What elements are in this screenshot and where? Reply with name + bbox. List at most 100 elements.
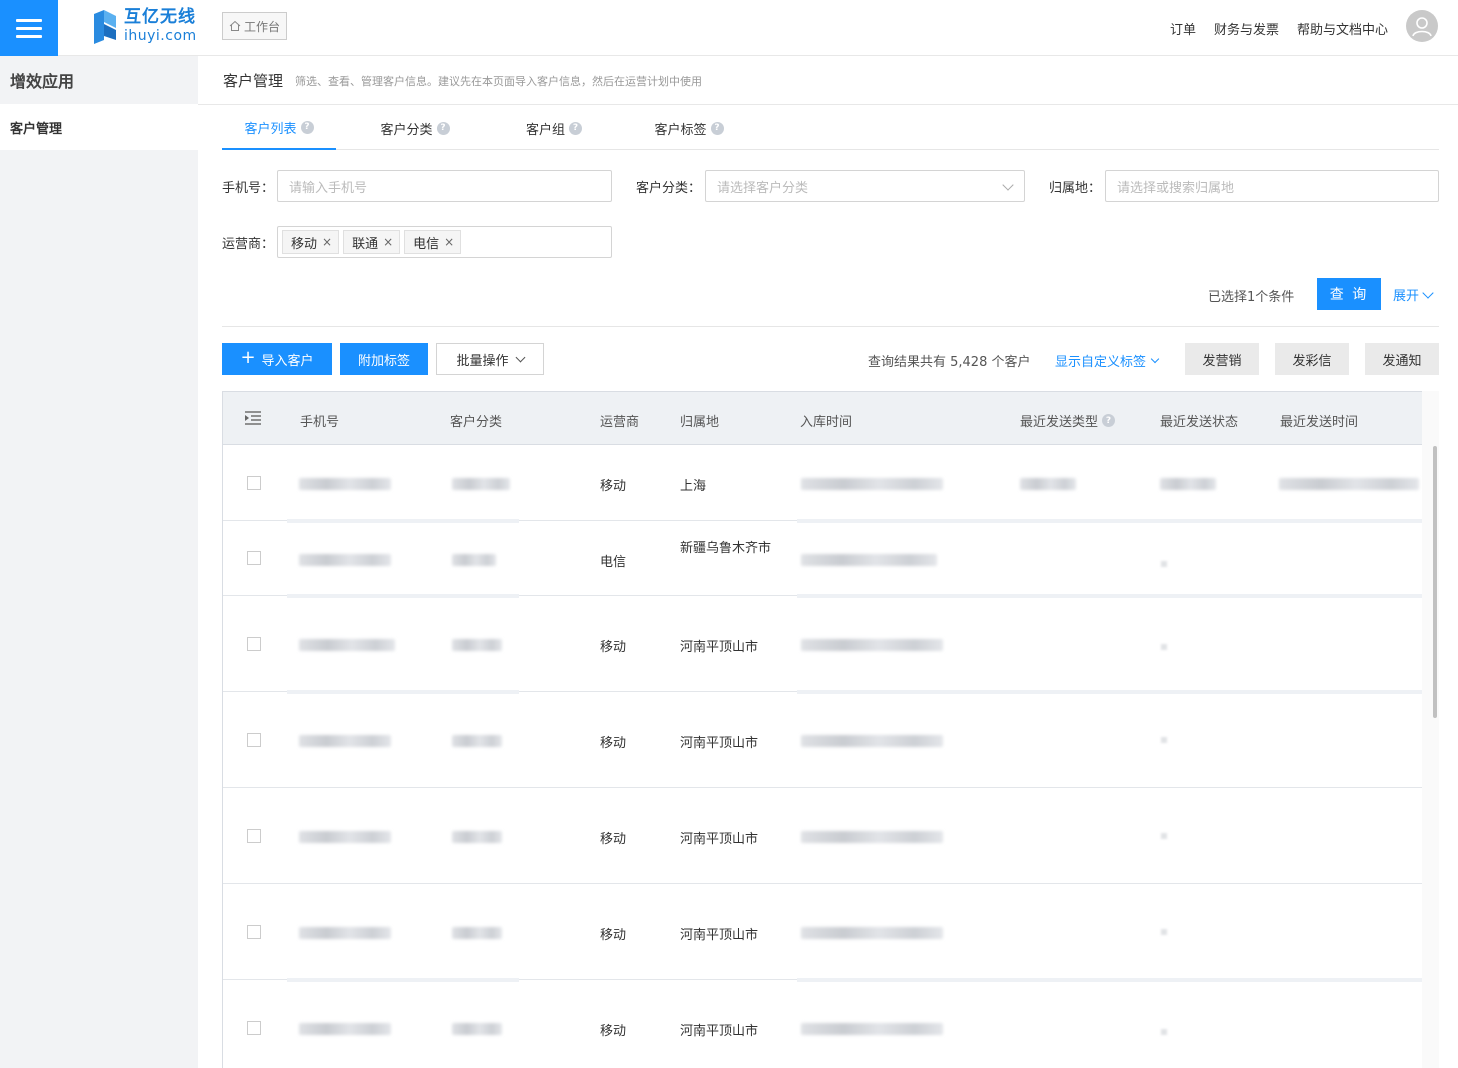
home-icon xyxy=(229,20,241,31)
top-nav: 订单 财务与发票 帮助与文档中心 xyxy=(1170,0,1388,56)
help-icon[interactable]: ? xyxy=(436,121,450,135)
redacted-phone xyxy=(299,1023,391,1035)
cell-region: 河南平顶山市 xyxy=(680,928,759,943)
row-checkbox[interactable] xyxy=(247,637,261,651)
phone-input[interactable]: 请输入手机号 xyxy=(277,170,612,202)
chevron-down-icon xyxy=(1002,179,1014,191)
tag-label: 移动 xyxy=(291,236,318,252)
row-checkbox[interactable] xyxy=(247,829,261,843)
brand-name-en: ihuyi.com xyxy=(124,28,197,44)
row-checkbox[interactable] xyxy=(247,925,261,939)
cell-carrier: 移动 xyxy=(600,479,627,494)
menu-icon[interactable] xyxy=(0,0,58,56)
redacted-created xyxy=(801,1023,943,1035)
cell-carrier: 移动 xyxy=(600,928,627,943)
top-header: 互亿无线 ihuyi.com 工作台 订单 财务与发票 帮助与文档中心 xyxy=(0,0,1458,56)
table-row[interactable]: 移动 河南平顶山市 xyxy=(223,980,1422,1068)
th-carrier: 运营商 xyxy=(600,415,640,430)
sidebar-title: 增效应用 xyxy=(0,56,198,104)
category-select[interactable]: 请选择客户分类 xyxy=(705,170,1025,202)
help-icon[interactable]: ? xyxy=(569,121,582,135)
plus-icon: + xyxy=(240,347,256,368)
nav-orders[interactable]: 订单 xyxy=(1170,19,1196,38)
redacted-category xyxy=(452,478,510,490)
redacted-phone xyxy=(299,927,391,939)
vertical-scrollbar[interactable] xyxy=(1433,446,1437,718)
batch-label: 批量操作 xyxy=(456,353,509,369)
send-notification-button[interactable]: 发通知 xyxy=(1365,343,1439,375)
table-row[interactable]: 电信 新疆乌鲁木齐市 xyxy=(223,521,1422,598)
send-marketing-button[interactable]: 发营销 xyxy=(1185,343,1259,375)
tab-label: 客户分类 xyxy=(380,122,433,138)
tab-customer-group[interactable]: 客户组? xyxy=(494,106,614,150)
cell-region: 新疆乌鲁木齐市 xyxy=(680,541,772,556)
table-row[interactable]: 移动 河南平顶山市 xyxy=(223,692,1422,788)
close-icon[interactable]: × xyxy=(444,235,454,249)
redacted-category xyxy=(452,927,502,939)
redacted-category xyxy=(452,1023,502,1035)
workbench-label: 工作台 xyxy=(244,19,281,34)
redacted-category xyxy=(452,554,496,566)
close-icon[interactable]: × xyxy=(383,235,393,249)
sidebar: 增效应用 客户管理 xyxy=(0,56,198,1068)
region-select[interactable]: 请选择或搜索归属地 xyxy=(1105,170,1439,202)
tab-customer-list[interactable]: 客户列表? xyxy=(222,106,336,150)
send-mms-button[interactable]: 发彩信 xyxy=(1275,343,1349,375)
help-icon[interactable]: ? xyxy=(1102,414,1116,427)
carrier-label: 运营商： xyxy=(222,237,275,252)
help-icon[interactable]: ? xyxy=(710,121,724,135)
carrier-tag-unicom: 联通 × xyxy=(343,230,401,254)
cell-carrier: 移动 xyxy=(600,832,627,847)
row-checkbox[interactable] xyxy=(247,476,261,490)
redacted-created xyxy=(801,554,937,566)
row-checkbox[interactable] xyxy=(247,733,261,747)
redacted-phone xyxy=(299,831,391,843)
phone-label: 手机号： xyxy=(222,181,275,196)
cell-carrier: 电信 xyxy=(600,555,627,570)
table-row[interactable]: 移动 上海 xyxy=(223,445,1422,523)
close-icon[interactable]: × xyxy=(322,235,332,249)
tab-bar: 客户列表? 客户分类? 客户组? 客户标签? xyxy=(222,106,1439,150)
row-checkbox[interactable] xyxy=(247,1021,261,1035)
sidebar-item-customer-management[interactable]: 客户管理 xyxy=(0,104,198,150)
avatar[interactable] xyxy=(1406,10,1438,42)
nav-finance[interactable]: 财务与发票 xyxy=(1214,19,1279,38)
redacted-send-status xyxy=(1161,929,1167,935)
redacted-send-status xyxy=(1161,1029,1167,1035)
redacted-category xyxy=(452,639,502,651)
tag-label: 电信 xyxy=(413,236,440,252)
table-row[interactable]: 移动 河南平顶山市 xyxy=(223,884,1422,982)
column-settings-icon[interactable] xyxy=(245,411,261,425)
cell-carrier: 移动 xyxy=(600,640,627,655)
query-button[interactable]: 查 询 xyxy=(1317,278,1381,310)
expand-link[interactable]: 展开 xyxy=(1393,285,1434,304)
workbench-button[interactable]: 工作台 xyxy=(222,12,288,40)
redacted-category xyxy=(452,735,502,747)
logo[interactable]: 互亿无线 ihuyi.com xyxy=(92,6,197,46)
table-row[interactable]: 移动 河南平顶山市 xyxy=(223,596,1422,694)
page-header: 客户管理 筛选、查看、管理客户信息。建议先在本页面导入客户信息，然后在运营计划中… xyxy=(198,57,1458,105)
redacted-send-status xyxy=(1160,478,1216,490)
batch-operation-dropdown[interactable]: 批量操作 xyxy=(436,343,544,375)
help-icon[interactable]: ? xyxy=(300,120,314,134)
category-label: 客户分类： xyxy=(636,181,702,196)
carrier-select[interactable]: 移动 × 联通 × 电信 × xyxy=(277,226,612,258)
redacted-send-type xyxy=(1020,478,1076,490)
chevron-down-icon xyxy=(1150,354,1160,363)
import-customers-button[interactable]: + 导入客户 xyxy=(222,343,332,375)
cell-region: 河南平顶山市 xyxy=(680,832,759,847)
nav-help[interactable]: 帮助与文档中心 xyxy=(1297,19,1388,38)
th-phone: 手机号 xyxy=(300,415,340,430)
redacted-created xyxy=(801,478,943,490)
table-row[interactable]: 移动 河南平顶山市 xyxy=(223,788,1422,884)
cell-region: 河南平顶山市 xyxy=(680,736,759,751)
tab-customer-category[interactable]: 客户分类? xyxy=(336,106,494,150)
cell-region: 上海 xyxy=(680,479,707,494)
logo-mark-icon xyxy=(94,10,116,44)
brand-name-cn: 互亿无线 xyxy=(124,7,196,27)
tab-customer-tags[interactable]: 客户标签? xyxy=(614,106,764,150)
show-custom-tags-link[interactable]: 显示自定义标签 xyxy=(1055,351,1160,370)
add-tag-button[interactable]: 附加标签 xyxy=(340,343,428,375)
cell-carrier: 移动 xyxy=(600,736,627,751)
row-checkbox[interactable] xyxy=(247,551,261,565)
